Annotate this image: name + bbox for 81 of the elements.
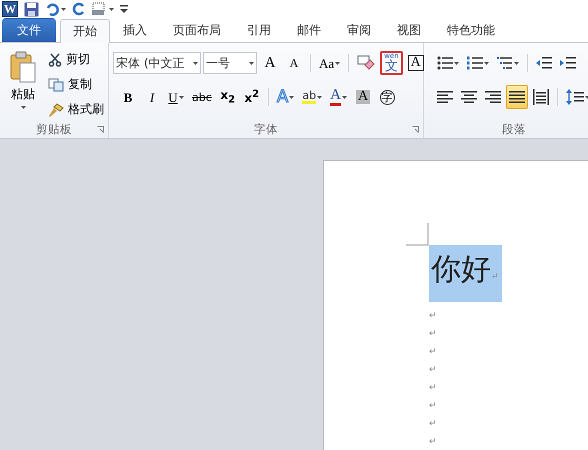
redo-button[interactable] xyxy=(72,0,86,18)
ribbon-tab[interactable]: 审阅 xyxy=(334,18,384,42)
paragraph-mark: ↵ xyxy=(429,365,437,375)
copy-button[interactable]: 复制 xyxy=(46,74,106,95)
paragraph-mark: ↵ xyxy=(429,347,437,357)
enclose-button[interactable]: 字 xyxy=(376,85,398,109)
align-right-icon xyxy=(485,89,501,105)
shading-button[interactable]: A xyxy=(352,85,374,109)
font-name-field[interactable]: 宋体 (中文正 xyxy=(113,52,201,74)
paragraph-mark: ↵ xyxy=(429,329,437,339)
italic-button[interactable]: I xyxy=(141,85,163,109)
line-spacing-icon xyxy=(566,89,584,105)
caret-icon xyxy=(454,62,459,64)
border-button[interactable]: A xyxy=(404,51,427,75)
undo-icon xyxy=(45,2,60,16)
cut-button[interactable]: 剪切 xyxy=(46,49,106,70)
ribbon-tab[interactable]: 开始 xyxy=(60,19,110,43)
align-left-icon xyxy=(437,89,453,105)
preview-button[interactable] xyxy=(92,0,114,18)
caret-icon xyxy=(317,96,322,98)
increase-indent-icon xyxy=(560,56,576,70)
ribbon-tab[interactable]: 视图 xyxy=(384,18,434,42)
align-center-icon xyxy=(461,89,477,105)
document-text: 你好↵ xyxy=(429,245,502,302)
dialog-launcher-icon[interactable] xyxy=(97,126,104,133)
paragraph-mark: ↵ xyxy=(429,437,437,447)
bold-button[interactable]: B xyxy=(117,85,139,109)
bulleted-list-icon xyxy=(437,56,453,70)
caret-icon xyxy=(514,62,519,64)
superscript-button[interactable]: x$^{2}$ xyxy=(240,85,263,109)
justify-button[interactable] xyxy=(506,85,528,109)
subscript-button[interactable]: x$_{2}$ xyxy=(216,85,239,109)
dialog-launcher-icon[interactable] xyxy=(412,126,419,133)
caret-icon xyxy=(335,62,340,64)
group-label: 字体 xyxy=(254,121,278,138)
scissors-icon xyxy=(48,52,62,66)
paragraph-mark: ↵ xyxy=(429,401,437,411)
strike-button[interactable]: abc xyxy=(189,85,215,109)
decrease-indent-icon xyxy=(536,56,552,70)
caret-icon xyxy=(61,8,66,10)
numbered-list-icon xyxy=(467,56,483,70)
margin-corner-mark xyxy=(406,223,430,247)
redo-icon xyxy=(72,2,86,16)
clipboard-icon xyxy=(10,51,36,83)
caret-icon xyxy=(289,96,294,98)
caret-icon xyxy=(193,62,198,64)
caret-icon xyxy=(484,62,489,64)
group-label: 段落 xyxy=(502,121,526,138)
paragraph-mark: ↵ xyxy=(429,419,437,429)
painter-button[interactable]: 格式刷 xyxy=(46,99,106,120)
caret-icon xyxy=(178,96,184,98)
font-size-field[interactable]: 一号 xyxy=(203,52,257,74)
paste-caret-icon xyxy=(20,106,26,109)
brush-icon xyxy=(48,102,64,116)
ribbon-tab[interactable]: 插入 xyxy=(110,18,160,42)
shrink-button[interactable]: A xyxy=(283,51,305,75)
eraser-icon xyxy=(357,55,376,71)
ribbon-tab[interactable]: 页面布局 xyxy=(160,18,234,42)
customize-icon xyxy=(120,4,128,14)
caret-icon xyxy=(342,96,347,98)
group-label: 剪贴板 xyxy=(36,121,72,138)
highlight-button[interactable]: ab xyxy=(299,85,326,109)
copy-icon xyxy=(48,78,64,92)
color-button[interactable]: A xyxy=(327,85,350,109)
justify-icon xyxy=(509,89,525,105)
underline-button[interactable]: U xyxy=(165,85,187,109)
ribbon-tab[interactable]: 特色功能 xyxy=(434,18,508,42)
ribbon-tab[interactable]: 引用 xyxy=(234,18,284,42)
file-tab[interactable]: 文件 xyxy=(2,18,56,42)
grow-button[interactable]: A xyxy=(259,51,281,75)
paste-button[interactable]: 粘贴 xyxy=(4,49,42,120)
distributed-icon xyxy=(533,89,549,105)
ribbon-tab[interactable]: 邮件 xyxy=(284,18,334,42)
save-button[interactable] xyxy=(24,0,39,18)
caret-icon xyxy=(249,62,254,64)
paragraph-mark: ↵ xyxy=(429,311,437,321)
paragraph-mark: ↵ xyxy=(429,383,437,393)
caret-icon xyxy=(109,8,114,10)
app-logo: W xyxy=(2,1,18,17)
case-button[interactable]: Aa xyxy=(316,51,344,75)
multilevel-list-icon xyxy=(497,56,513,70)
